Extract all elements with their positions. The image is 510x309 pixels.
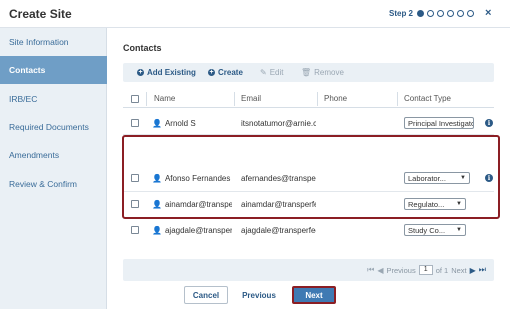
pager-next-label[interactable]: Next (451, 266, 466, 275)
dialog-title: Create Site (9, 7, 72, 21)
column-divider (397, 92, 398, 106)
contact-email: ajagdale@transperfect.com (241, 225, 316, 235)
plus-icon: + (137, 69, 144, 76)
dialog-header: Create Site Step 2 × (0, 0, 510, 28)
dialog-footer: Cancel Previous Next (108, 281, 510, 309)
create-button[interactable]: + Create (208, 68, 243, 77)
column-divider (146, 92, 147, 106)
add-existing-label: Add Existing (147, 68, 196, 77)
contact-phone (324, 219, 396, 241)
select-all-checkbox[interactable] (131, 90, 139, 107)
contact-type-cell: Principal Investigator (404, 112, 474, 134)
last-page-icon[interactable]: ⏭ (479, 265, 486, 275)
edit-button[interactable]: ✎ Edit (260, 68, 284, 77)
step-dot-2 (427, 10, 434, 17)
person-icon: 👤 (152, 225, 162, 235)
checkbox-box[interactable] (131, 119, 139, 127)
first-page-icon[interactable]: ⏮ (367, 265, 374, 275)
cancel-button[interactable]: Cancel (184, 286, 228, 304)
next-button[interactable]: Next (292, 286, 336, 304)
contacts-toolbar: + Add Existing + Create ✎ Edit 🗑 Remove (123, 63, 494, 82)
pagination: ⏮ ◀ Previous 1 of 1 Next ▶ ⏭ (367, 265, 486, 275)
row-checkbox[interactable] (131, 219, 139, 241)
contact-name: ajagdale@transperfect.com (164, 225, 232, 235)
highlight-outline (122, 135, 500, 219)
previous-button[interactable]: Previous (238, 286, 280, 304)
sidebar-item-amendments[interactable]: Amendments (0, 141, 107, 169)
step-dot-6 (467, 10, 474, 17)
add-existing-button[interactable]: + Add Existing (137, 68, 196, 77)
column-header-name[interactable]: Name (154, 90, 175, 107)
contact-type-text: Principal Investigator (408, 118, 474, 128)
remove-label: Remove (314, 68, 344, 77)
contact-type-cell: Study Co... ▼ (404, 219, 466, 241)
plus-icon: + (208, 69, 215, 76)
row-checkbox[interactable] (131, 112, 139, 134)
contact-email: itsnotatumor@arnie.com (241, 118, 316, 128)
sidebar-item-required-documents[interactable]: Required Documents (0, 113, 107, 141)
info-glyph[interactable]: i (485, 119, 493, 127)
sidebar-item-irb-ec[interactable]: IRB/EC (0, 85, 107, 113)
checkbox-box[interactable] (131, 94, 139, 103)
trash-icon: 🗑 (301, 68, 312, 77)
person-icon: 👤 (152, 118, 162, 128)
close-icon[interactable]: × (485, 7, 491, 19)
checkbox-box[interactable] (131, 226, 139, 234)
contact-type-text: Study Co... (408, 225, 446, 235)
contact-phone (324, 112, 396, 134)
caret-down-icon: ▼ (456, 227, 462, 233)
step-dot-1 (417, 10, 424, 17)
contact-name-cell: 👤 ajagdale@transperfect.com (152, 219, 232, 241)
step-dot-3 (437, 10, 444, 17)
remove-button[interactable]: 🗑 Remove (301, 68, 344, 77)
contact-type-value: Principal Investigator (404, 117, 474, 129)
column-header-phone[interactable]: Phone (324, 90, 347, 107)
column-divider (317, 92, 318, 106)
pager-bar: ⏮ ◀ Previous 1 of 1 Next ▶ ⏭ (123, 259, 494, 281)
contact-name: Arnold S (164, 118, 196, 128)
column-header-contact-type[interactable]: Contact Type (404, 90, 451, 107)
column-header-email[interactable]: Email (241, 90, 261, 107)
contact-type-select[interactable]: Study Co... ▼ (404, 224, 466, 236)
page-of-label: of 1 (435, 265, 449, 275)
sidebar-item-review-confirm[interactable]: Review & Confirm (0, 170, 107, 198)
step-label: Step 2 (389, 9, 414, 18)
wizard-sidebar: Site Information Contacts IRB/EC Require… (0, 28, 107, 309)
section-title: Contacts (123, 43, 162, 53)
next-page-icon[interactable]: ▶ (470, 266, 476, 275)
page-number-input[interactable]: 1 (418, 265, 433, 275)
prev-page-icon[interactable]: ◀ (377, 266, 383, 275)
table-row[interactable]: 👤 ajagdale@transperfect.com ajagdale@tra… (123, 219, 494, 241)
edit-label: Edit (269, 68, 284, 77)
step-dot-5 (457, 10, 464, 17)
pager-previous-label[interactable]: Previous (387, 266, 416, 275)
table-row[interactable]: 👤 Arnold S itsnotatumor@arnie.com Princi… (123, 112, 494, 134)
info-icon[interactable]: i (485, 112, 493, 134)
step-dot-4 (447, 10, 454, 17)
column-divider (234, 92, 235, 106)
sidebar-item-site-information[interactable]: Site Information (0, 28, 107, 56)
step-indicator (417, 10, 474, 17)
pencil-icon: ✎ (260, 68, 267, 77)
contact-name-cell: 👤 Arnold S (152, 112, 232, 134)
grid-header-row: Name Email Phone Contact Type (123, 90, 494, 108)
sidebar-item-contacts[interactable]: Contacts (0, 56, 107, 84)
create-label: Create (218, 68, 243, 77)
